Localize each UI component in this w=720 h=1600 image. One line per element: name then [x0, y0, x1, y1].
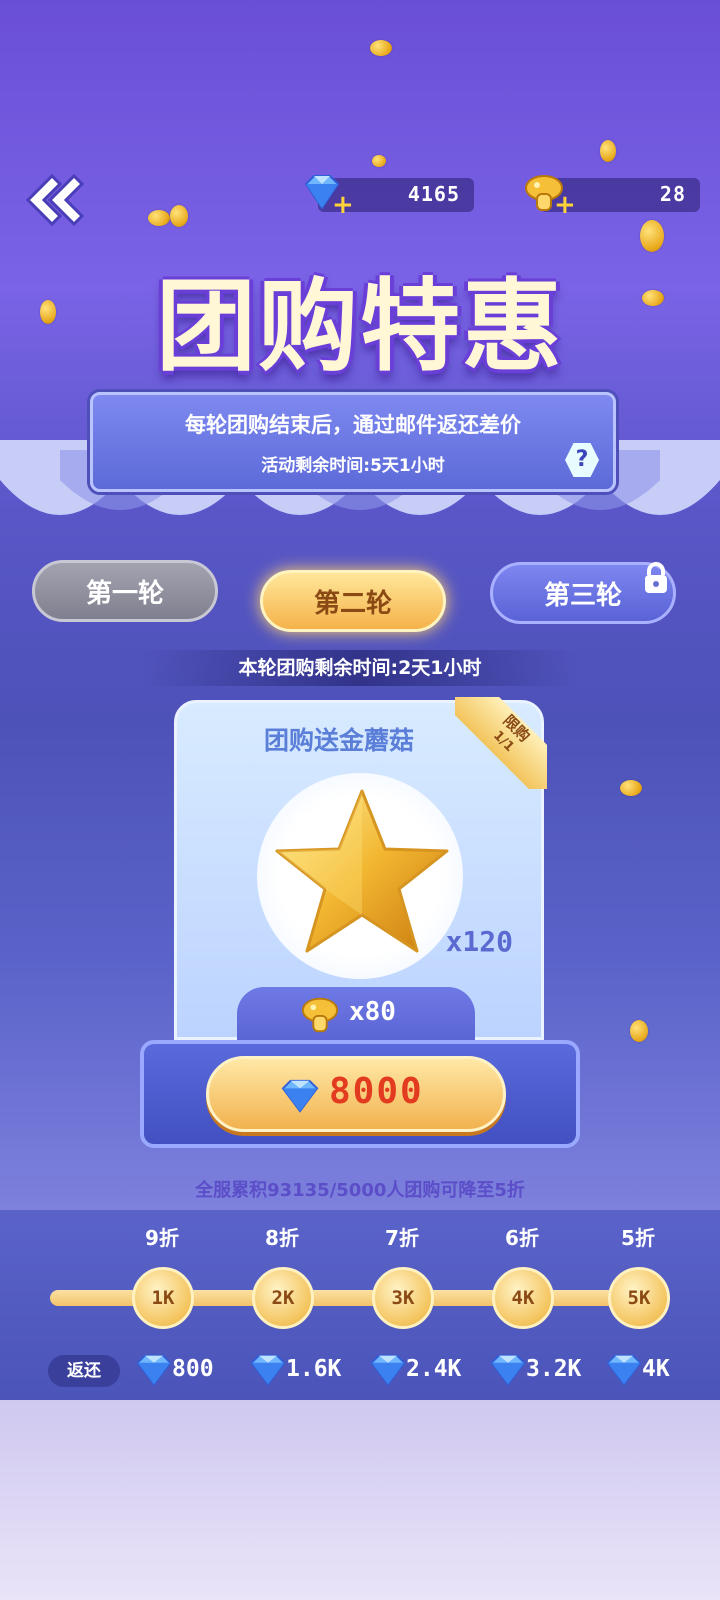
diamond-icon — [281, 1079, 319, 1113]
tab-round-3-label: 第三轮 — [543, 581, 622, 611]
event-remaining-time: 活动剩余时间:5天1小时 — [261, 456, 445, 476]
event-title: 团购特惠 — [156, 268, 564, 385]
item-quantity: x120 — [445, 925, 513, 958]
offer-title: 团购送金蘑菇 — [263, 726, 414, 755]
coin-decor — [640, 220, 664, 252]
discount-node: 1K — [132, 1267, 194, 1329]
gem-balance[interactable]: + 4165 — [304, 175, 474, 218]
coin-decor — [630, 1020, 648, 1042]
mushroom-balance[interactable]: + 28 — [525, 175, 700, 218]
discount-node: 4K — [492, 1267, 554, 1329]
back-button[interactable] — [22, 170, 86, 230]
lock-icon — [645, 562, 667, 593]
return-value: 800 — [172, 1356, 214, 1382]
return-value: 4K — [642, 1356, 670, 1382]
discount-node: 5K — [608, 1267, 670, 1329]
bonus-row: x80 — [237, 987, 475, 1041]
diamond-icon — [136, 1354, 172, 1386]
offer-card: 团购送金蘑菇 限购 1/1 x120 x80 — [174, 697, 547, 1041]
coin-decor — [620, 780, 642, 796]
return-value: 2.4K — [406, 1356, 462, 1382]
coin-decor — [170, 205, 188, 227]
diamond-icon — [490, 1354, 526, 1386]
price-value: 8000 — [329, 1071, 424, 1112]
gold-star-icon — [275, 789, 449, 953]
coin-decor — [600, 140, 616, 162]
discount-label: 9折 — [145, 1226, 179, 1250]
round-remaining-time: 本轮团购剩余时间:2天1小时 — [140, 650, 580, 686]
gold-mushroom-icon — [301, 997, 339, 1033]
refund-notice: 每轮团购结束后，通过邮件返还差价 — [185, 413, 521, 437]
coin-decor — [372, 155, 386, 167]
return-value: 3.2K — [526, 1356, 582, 1382]
gem-count: 4165 — [407, 182, 460, 206]
coin-decor — [642, 290, 664, 306]
return-label: 返还 — [48, 1355, 120, 1387]
bonus-quantity: x80 — [349, 997, 396, 1027]
diamond-icon — [250, 1354, 286, 1386]
group-buy-progress: 全服累积93135/5000人团购可降至5折 — [195, 1180, 525, 1201]
floor-decor — [0, 1400, 720, 1600]
tab-round-3[interactable]: 第三轮 — [490, 562, 676, 624]
coin-decor — [370, 40, 392, 56]
buy-panel: 8000 — [140, 1040, 580, 1148]
discount-label: 6折 — [505, 1226, 539, 1250]
add-gems-icon[interactable]: + — [332, 192, 354, 218]
diamond-icon — [606, 1354, 642, 1386]
discount-label: 7折 — [385, 1226, 419, 1250]
double-chevron-left-icon — [25, 173, 85, 227]
tab-round-2[interactable]: 第二轮 — [260, 570, 446, 632]
discount-node: 3K — [372, 1267, 434, 1329]
discount-node: 2K — [252, 1267, 314, 1329]
buy-button[interactable]: 8000 — [206, 1056, 506, 1132]
return-value: 1.6K — [286, 1356, 342, 1382]
tab-round-1[interactable]: 第一轮 — [32, 560, 218, 622]
coin-decor — [40, 300, 56, 324]
add-mushrooms-icon[interactable]: + — [554, 192, 576, 218]
mushroom-count: 28 — [659, 182, 686, 206]
info-panel: 每轮团购结束后，通过邮件返还差价 活动剩余时间:5天1小时 ? — [90, 392, 616, 492]
purchase-limit-badge: 限购 1/1 — [455, 697, 547, 789]
coin-decor — [148, 210, 170, 226]
discount-label: 5折 — [621, 1226, 655, 1250]
diamond-icon — [370, 1354, 406, 1386]
discount-label: 8折 — [265, 1226, 299, 1250]
